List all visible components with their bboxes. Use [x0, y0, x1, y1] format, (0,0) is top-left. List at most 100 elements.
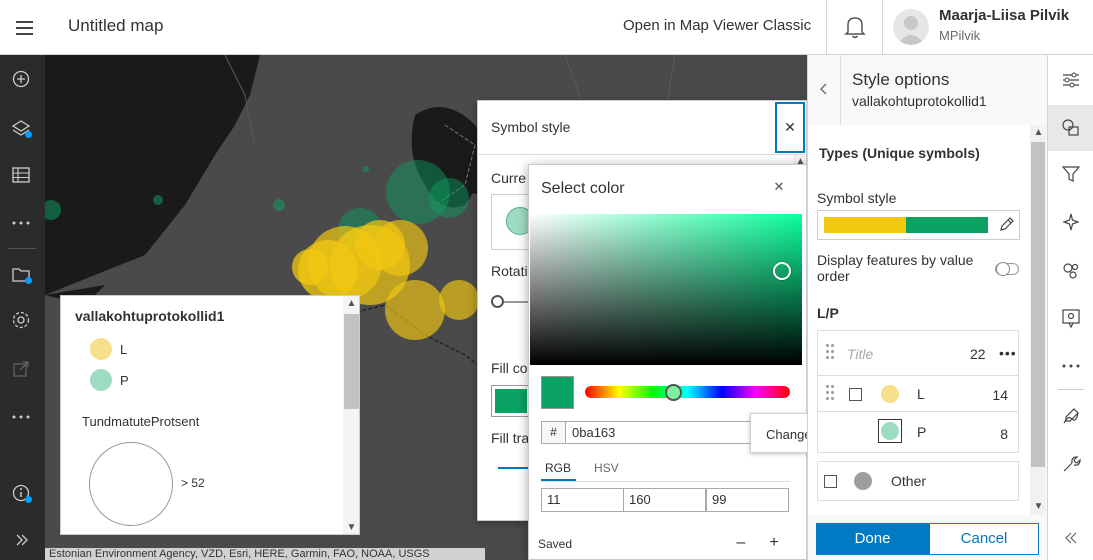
types-heading[interactable]: Types (Unique symbols) — [819, 145, 980, 161]
symbol-style-label: Symbol style — [817, 190, 897, 206]
popups-icon[interactable] — [1060, 307, 1082, 329]
color-ramp-button[interactable] — [817, 210, 1020, 240]
blue-channel-input[interactable]: 99 — [706, 488, 789, 512]
more-icon[interactable] — [1060, 355, 1082, 377]
category-swatch-p[interactable] — [881, 422, 899, 440]
chevron-left-icon[interactable] — [815, 79, 831, 99]
hex-prefix: # — [541, 421, 566, 444]
legend-size-field: TundmatuteProtsent — [82, 414, 200, 429]
panel-title: Style options — [852, 70, 950, 89]
fill-color-label: Fill co — [491, 360, 528, 376]
legend-size-label: > 52 — [181, 476, 205, 490]
right-toolbar — [1047, 55, 1093, 560]
title-input[interactable]: Title — [847, 346, 873, 362]
category-list: Title 22 ••• L 14 P 8 — [817, 330, 1019, 453]
color-area-handle[interactable] — [773, 262, 791, 280]
category-checkbox[interactable] — [849, 388, 862, 401]
add-saved-color-button[interactable]: + — [766, 534, 782, 552]
hue-slider[interactable] — [585, 386, 790, 398]
user-name[interactable]: Maarja-Liisa Pilvik — [939, 7, 1069, 24]
rotation-label: Rotati — [491, 263, 528, 279]
effects-icon[interactable] — [1060, 211, 1082, 233]
divider — [840, 55, 841, 125]
category-label-l: L — [917, 386, 925, 402]
other-checkbox[interactable] — [824, 475, 837, 488]
legend-layer-title: vallakohtuprotokollid1 — [75, 308, 225, 324]
open-classic-link[interactable]: Open in Map Viewer Classic — [623, 17, 811, 34]
style-options-content: Types (Unique symbols) Symbol style Disp… — [808, 125, 1030, 515]
divider — [818, 411, 1018, 412]
color-saturation-area[interactable] — [530, 214, 802, 365]
select-color-title: Select color — [541, 180, 625, 197]
panel-scroll-thumb[interactable] — [1031, 142, 1045, 467]
info-badge — [25, 496, 32, 503]
close-icon[interactable]: ✕ — [775, 102, 805, 153]
select-color-popover: Select color ✕ # 0ba163 RGB HSV 11 160 9… — [528, 164, 807, 560]
remove-saved-color-button[interactable]: – — [733, 534, 749, 552]
collapse-icon[interactable] — [1060, 527, 1082, 549]
header-divider — [882, 0, 883, 55]
category-label-p: P — [917, 424, 927, 440]
category-swatch-l[interactable] — [881, 385, 899, 403]
close-icon[interactable]: ✕ — [769, 179, 789, 199]
hue-slider-handle[interactable] — [665, 384, 682, 401]
properties-icon[interactable] — [1060, 69, 1082, 91]
wrench-icon[interactable] — [1060, 453, 1082, 475]
more-icon[interactable] — [9, 405, 33, 429]
ramp-yellow — [824, 217, 906, 233]
category-count-l: 14 — [992, 387, 1008, 403]
red-channel-input[interactable]: 11 — [541, 488, 624, 512]
fill-color-swatch — [495, 389, 527, 413]
settings-icon[interactable] — [9, 308, 33, 332]
symbol-style-title: Symbol style — [491, 119, 571, 135]
table-icon[interactable] — [9, 163, 33, 187]
rotation-slider-thumb[interactable] — [491, 295, 504, 308]
scroll-down-icon[interactable]: ▼ — [344, 522, 359, 533]
pencil-icon[interactable] — [997, 216, 1015, 234]
green-channel-input[interactable]: 160 — [623, 488, 706, 512]
user-id: MPilvik — [939, 28, 981, 43]
expand-icon[interactable] — [9, 528, 33, 552]
filter-icon[interactable] — [1060, 163, 1082, 185]
scroll-up-icon[interactable]: ▲ — [344, 298, 359, 309]
more-icon[interactable] — [9, 211, 33, 235]
scroll-down-icon[interactable]: ▼ — [1031, 501, 1046, 512]
styles-icon[interactable] — [1060, 117, 1082, 139]
divider — [478, 154, 806, 155]
cancel-button[interactable]: Cancel — [929, 523, 1039, 555]
clustering-icon[interactable] — [1060, 259, 1082, 281]
legend-scroll-thumb[interactable] — [344, 314, 359, 409]
tab-hsv[interactable]: HSV — [594, 461, 619, 475]
header-divider — [826, 0, 827, 55]
panel-subtitle: vallakohtuprotokollid1 — [852, 93, 987, 109]
share-icon[interactable] — [9, 357, 33, 381]
sketch-icon[interactable] — [1060, 405, 1082, 427]
menu-icon[interactable] — [10, 13, 38, 41]
other-swatch[interactable] — [854, 472, 872, 490]
current-symbol-label: Curre — [491, 170, 527, 186]
map-title[interactable]: Untitled map — [68, 16, 163, 36]
field-label: L/P — [817, 305, 839, 321]
toolbar-divider — [8, 248, 36, 249]
drag-handle-icon[interactable] — [826, 385, 836, 401]
legend-label-l: L — [120, 342, 128, 357]
color-preview-swatch — [541, 376, 574, 409]
other-category-row: Other — [817, 461, 1019, 501]
fill-color-button[interactable] — [491, 385, 531, 417]
folder-badge — [25, 277, 32, 284]
drag-handle-icon[interactable] — [826, 344, 836, 360]
app-header: Untitled map Open in Map Viewer Classic … — [0, 0, 1093, 55]
divider — [818, 375, 1018, 376]
done-button[interactable]: Done — [816, 523, 929, 555]
more-options-icon[interactable]: ••• — [999, 345, 1017, 361]
legend-swatch-l — [90, 338, 112, 360]
toggle-knob[interactable] — [996, 262, 1010, 276]
notifications-bell-icon[interactable] — [843, 14, 867, 40]
add-icon[interactable] — [9, 67, 33, 91]
left-toolbar — [0, 55, 45, 560]
user-avatar[interactable] — [893, 9, 929, 45]
map-attribution: Estonian Environment Agency, VZD, Esri, … — [45, 548, 485, 560]
tab-rgb[interactable]: RGB — [545, 461, 571, 475]
total-count: 22 — [970, 346, 986, 362]
scroll-up-icon[interactable]: ▲ — [1031, 127, 1046, 138]
